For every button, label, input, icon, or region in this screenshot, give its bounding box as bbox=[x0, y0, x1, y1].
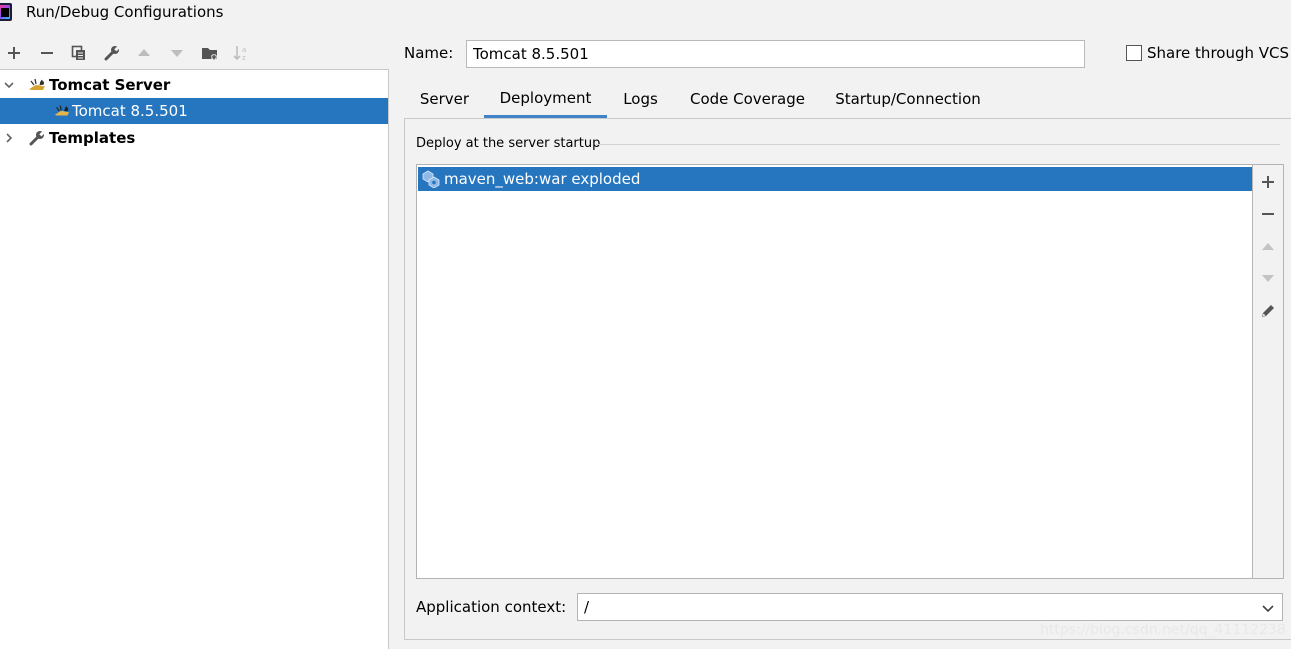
watermark: https://blog.csdn.net/qq_41112238 bbox=[1040, 622, 1286, 638]
move-down-icon bbox=[1262, 275, 1274, 282]
deployment-artifact-list[interactable]: maven_web:war exploded bbox=[416, 164, 1253, 579]
artifact-icon bbox=[422, 170, 440, 188]
window-title: Run/Debug Configurations bbox=[26, 3, 224, 21]
tab-deployment[interactable]: Deployment bbox=[484, 80, 607, 118]
application-context-select[interactable]: / bbox=[577, 593, 1283, 621]
edit-defaults-button[interactable] bbox=[101, 42, 123, 64]
add-button[interactable] bbox=[3, 42, 25, 64]
tree-item-tomcat-config[interactable]: Tomcat 8.5.501 bbox=[0, 98, 388, 124]
application-context-label: Application context: bbox=[416, 598, 567, 616]
name-label: Name: bbox=[404, 44, 454, 62]
chevron-down-icon[interactable] bbox=[1262, 603, 1274, 613]
tree-item-label: Tomcat Server bbox=[49, 76, 171, 94]
sort-icon: az bbox=[233, 46, 246, 61]
wrench-icon bbox=[104, 45, 120, 61]
move-up-icon bbox=[138, 49, 150, 56]
tomcat-icon bbox=[29, 78, 45, 90]
edit-artifact-button[interactable] bbox=[1256, 299, 1280, 323]
add-artifact-button[interactable] bbox=[1256, 170, 1280, 194]
tree-item-label: Tomcat 8.5.501 bbox=[72, 102, 188, 120]
tomcat-config-icon bbox=[54, 105, 70, 116]
move-down-button[interactable] bbox=[166, 42, 188, 64]
configuration-tree[interactable]: Tomcat Server Tomcat 8.5.501 Templates bbox=[0, 69, 389, 649]
artifact-label: maven_web:war exploded bbox=[444, 170, 641, 188]
remove-button[interactable] bbox=[36, 42, 58, 64]
name-input[interactable] bbox=[466, 40, 1085, 68]
share-through-vcs-label[interactable]: Share through VCS bbox=[1147, 44, 1289, 62]
add-icon bbox=[1262, 176, 1274, 188]
application-context-value: / bbox=[584, 598, 590, 616]
wrench-icon bbox=[29, 130, 45, 146]
copy-button[interactable] bbox=[68, 42, 90, 64]
tab-code-coverage[interactable]: Code Coverage bbox=[674, 80, 821, 118]
chevron-down-icon[interactable] bbox=[3, 79, 15, 91]
svg-text:a: a bbox=[242, 46, 246, 54]
tree-item-templates[interactable]: Templates bbox=[0, 125, 388, 151]
edit-icon bbox=[1262, 305, 1274, 317]
tab-server[interactable]: Server bbox=[406, 80, 483, 118]
remove-artifact-button[interactable] bbox=[1256, 202, 1280, 226]
new-folder-icon bbox=[202, 48, 217, 60]
svg-text:z: z bbox=[242, 54, 246, 61]
tree-item-label: Templates bbox=[49, 129, 136, 147]
move-up-icon bbox=[1262, 243, 1274, 250]
move-artifact-up-button[interactable] bbox=[1256, 235, 1280, 259]
tab-logs[interactable]: Logs bbox=[608, 80, 673, 118]
section-title: Deploy at the server startup bbox=[416, 136, 601, 151]
add-icon bbox=[8, 47, 20, 59]
section-divider bbox=[596, 144, 1280, 145]
list-item[interactable]: maven_web:war exploded bbox=[418, 167, 1252, 191]
copy-icon bbox=[71, 45, 85, 60]
chevron-right-icon[interactable] bbox=[3, 132, 15, 144]
move-artifact-down-button[interactable] bbox=[1256, 266, 1280, 290]
sort-button[interactable]: az bbox=[231, 42, 253, 64]
new-folder-button[interactable] bbox=[199, 42, 221, 64]
title-bar: Run/Debug Configurations bbox=[0, 0, 1291, 28]
app-icon bbox=[0, 3, 12, 21]
tree-item-tomcat-server[interactable]: Tomcat Server bbox=[0, 72, 388, 98]
tab-startup-connection[interactable]: Startup/Connection bbox=[822, 80, 994, 118]
share-through-vcs-checkbox[interactable] bbox=[1126, 45, 1142, 61]
move-down-icon bbox=[171, 50, 183, 57]
remove-icon bbox=[41, 52, 53, 54]
list-side-toolbar bbox=[1253, 164, 1284, 579]
remove-icon bbox=[1262, 213, 1274, 215]
move-up-button[interactable] bbox=[133, 42, 155, 64]
